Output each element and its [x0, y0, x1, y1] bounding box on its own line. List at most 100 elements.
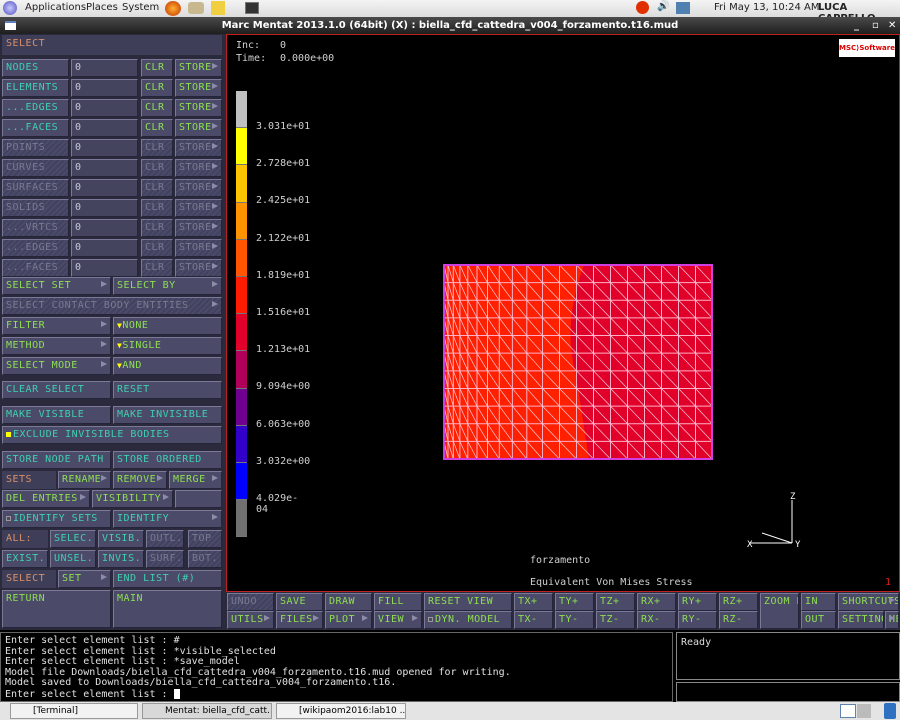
draw-button[interactable]: DRAW: [325, 593, 372, 611]
store-elements-button[interactable]: STORE: [175, 79, 222, 97]
workspace-2-icon[interactable]: [857, 704, 871, 718]
gnome-foot-icon[interactable]: [3, 1, 17, 15]
utils-button[interactable]: UTILS: [227, 611, 274, 629]
clr-nodes-button[interactable]: CLR: [141, 59, 173, 77]
taskbar-item-firefox[interactable]: [wikipaom2016:lab10 ...: [276, 703, 406, 719]
all-visib-button[interactable]: VISIB.: [98, 530, 144, 548]
tx-plus-button[interactable]: TX+: [514, 593, 553, 611]
taskbar-item-mentat[interactable]: Mentat: biella_cfd_catt...: [142, 703, 272, 719]
tz-minus-button[interactable]: TZ-: [596, 611, 635, 629]
entity-nodes-button[interactable]: NODES: [2, 59, 69, 77]
clr-edges-button[interactable]: CLR: [141, 99, 173, 117]
taskbar-item-terminal[interactable]: [Terminal]: [10, 703, 138, 719]
method-dropdown[interactable]: ▼SINGLE: [113, 337, 222, 355]
help-button[interactable]: HELP: [885, 611, 899, 629]
notes-icon[interactable]: [211, 1, 225, 15]
filter-button[interactable]: FILTER: [2, 317, 111, 335]
select-mode-button[interactable]: SELECT MODE: [2, 357, 111, 375]
all-selec-button[interactable]: SELEC.: [50, 530, 96, 548]
dyn-model-checkbox[interactable]: DYN. MODEL: [424, 611, 512, 629]
clear-select-button[interactable]: CLEAR SELECT: [2, 381, 111, 399]
save-button[interactable]: SAVE: [276, 593, 323, 611]
settings-button[interactable]: SETTINGS: [838, 611, 884, 629]
menu-system[interactable]: System: [122, 2, 159, 13]
ty-minus-button[interactable]: TY-: [555, 611, 594, 629]
clock[interactable]: Fri May 13, 10:24 AM: [714, 2, 820, 13]
ty-plus-button[interactable]: TY+: [555, 593, 594, 611]
identify-sets-checkbox[interactable]: IDENTIFY SETS: [2, 510, 111, 528]
trash-icon[interactable]: [884, 703, 896, 719]
network-icon[interactable]: [676, 2, 690, 14]
return-button[interactable]: RETURN: [2, 590, 111, 628]
empty-slot[interactable]: [175, 490, 222, 508]
zoom-in-button[interactable]: IN: [801, 593, 836, 611]
store-node-path-button[interactable]: STORE NODE PATH: [2, 451, 111, 469]
ry-minus-button[interactable]: RY-: [678, 611, 717, 629]
visibility-button[interactable]: VISIBILITY: [92, 490, 173, 508]
end-list-button[interactable]: END LIST (#): [113, 570, 222, 588]
filter-dropdown[interactable]: ▼NONE: [113, 317, 222, 335]
update-alert-icon[interactable]: [636, 1, 649, 14]
maximize-icon[interactable]: ▫: [872, 17, 879, 34]
all-invis-button[interactable]: INVIS.: [98, 550, 144, 568]
clr-faces-button[interactable]: CLR: [141, 119, 173, 137]
graphics-viewport[interactable]: Inc: 0 Time: 0.000e+00 MSC⟩Software 3.03…: [226, 34, 900, 592]
select-by-button[interactable]: SELECT BY: [113, 277, 222, 295]
zoom-out-button[interactable]: OUT: [801, 611, 836, 629]
rz-minus-button[interactable]: RZ-: [719, 611, 758, 629]
set-button[interactable]: SET: [58, 570, 111, 588]
store-ordered-button[interactable]: STORE ORDERED: [113, 451, 222, 469]
store-faces-button[interactable]: STORE: [175, 119, 222, 137]
store-edges-button[interactable]: STORE: [175, 99, 222, 117]
identify-button[interactable]: IDENTIFY: [113, 510, 222, 528]
remove-button[interactable]: REMOVE: [113, 471, 167, 489]
mail-icon[interactable]: [188, 2, 204, 14]
text-cursor[interactable]: [173, 688, 180, 699]
method-button[interactable]: METHOD: [2, 337, 111, 355]
entity-faces-count-field[interactable]: 0: [71, 119, 138, 137]
files-button[interactable]: FILES: [276, 611, 323, 629]
make-visible-button[interactable]: MAKE VISIBLE: [2, 406, 111, 424]
view-button[interactable]: VIEW: [374, 611, 422, 629]
workspace-1-icon[interactable]: [840, 704, 856, 718]
rx-minus-button[interactable]: RX-: [637, 611, 676, 629]
plot-button[interactable]: PLOT: [325, 611, 372, 629]
clr-elements-button[interactable]: CLR: [141, 79, 173, 97]
entity-faces-button[interactable]: ...FACES: [2, 119, 69, 137]
tz-plus-button[interactable]: TZ+: [596, 593, 635, 611]
window-menu-icon[interactable]: [5, 21, 16, 30]
all-unsel-button[interactable]: UNSEL.: [50, 550, 96, 568]
shortcuts-button[interactable]: SHORTCUTS: [838, 593, 899, 611]
volume-icon[interactable]: 🔊: [657, 1, 669, 12]
entity-nodes-count-field[interactable]: 0: [71, 59, 138, 77]
del-entries-button[interactable]: DEL ENTRIES: [2, 490, 90, 508]
entity-elements-count-field[interactable]: 0: [71, 79, 138, 97]
select-mode-dropdown[interactable]: ▼AND: [113, 357, 222, 375]
terminal-icon[interactable]: [245, 2, 259, 14]
make-invisible-button[interactable]: MAKE INVISIBLE: [113, 406, 222, 424]
reset-view-button[interactable]: RESET VIEW: [424, 593, 512, 611]
entity-elements-button[interactable]: ELEMENTS: [2, 79, 69, 97]
main-button[interactable]: MAIN: [113, 590, 222, 628]
entity-edges-button[interactable]: ...EDGES: [2, 99, 69, 117]
firefox-icon[interactable]: [165, 1, 181, 16]
zoom-box-button[interactable]: ZOOM BOX: [760, 593, 799, 629]
store-nodes-button[interactable]: STORE: [175, 59, 222, 77]
menu-applications[interactable]: Applications: [25, 2, 86, 13]
command-console[interactable]: Enter select element list : # Enter selec…: [0, 632, 673, 702]
ry-plus-button[interactable]: RY+: [678, 593, 717, 611]
rz-plus-button[interactable]: RZ+: [719, 593, 758, 611]
entity-edges-count-field[interactable]: 0: [71, 99, 138, 117]
exclude-invisible-bodies-checkbox[interactable]: EXCLUDE INVISIBLE BODIES: [2, 426, 222, 444]
close-icon[interactable]: ✕: [888, 17, 896, 34]
tx-minus-button[interactable]: TX-: [514, 611, 553, 629]
rx-plus-button[interactable]: RX+: [637, 593, 676, 611]
minimize-icon[interactable]: _: [854, 17, 859, 34]
reset-button[interactable]: RESET: [113, 381, 222, 399]
select-set-button[interactable]: SELECT SET: [2, 277, 111, 295]
merge-button[interactable]: MERGE: [169, 471, 222, 489]
fill-button[interactable]: FILL: [374, 593, 422, 611]
all-exist-button[interactable]: EXIST.: [2, 550, 48, 568]
rename-button[interactable]: RENAME: [58, 471, 111, 489]
menu-places[interactable]: Places: [86, 2, 118, 13]
